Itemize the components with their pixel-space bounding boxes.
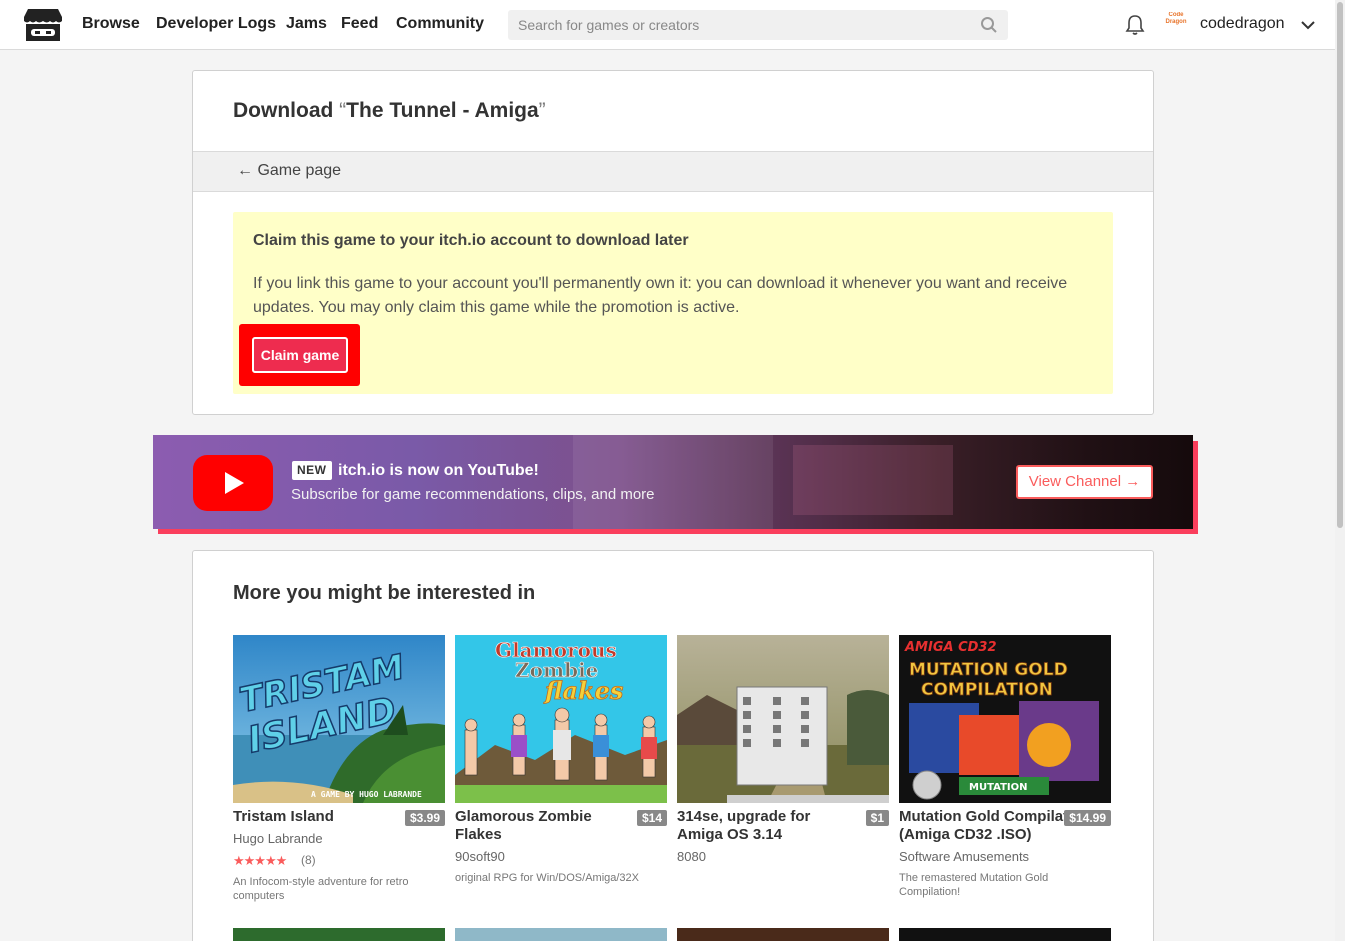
- game-description: An Infocom-style adventure for retro com…: [233, 876, 409, 902]
- price-badge: $14: [636, 810, 667, 826]
- claim-button-highlight: Claim game: [239, 324, 360, 386]
- scrollbar-thumb[interactable]: [1337, 2, 1343, 528]
- view-channel-button[interactable]: View Channel →: [1016, 465, 1153, 499]
- youtube-logo-icon: [193, 455, 273, 511]
- game-title[interactable]: Tristam Island: [233, 808, 393, 826]
- recommendations-panel: More you might be interested in TRISTAM …: [192, 550, 1154, 941]
- game-name: The Tunnel - Amiga: [346, 99, 539, 122]
- rating-stars: ★★★★★: [233, 853, 287, 868]
- svg-text:MUTATION GOLD: MUTATION GOLD: [909, 660, 1068, 680]
- game-author[interactable]: Software Amusements: [899, 849, 1029, 864]
- nav-jams[interactable]: Jams: [286, 15, 327, 33]
- nav-feed[interactable]: Feed: [341, 15, 378, 33]
- game-cover-mutation-gold[interactable]: AMIGA CD32 MUTATION GOLD COMPILATION MUT…: [899, 635, 1111, 803]
- claim-heading: Claim this game to your itch.io account …: [253, 232, 689, 249]
- game-description: original RPG for Win/DOS/Amiga/32X: [455, 872, 640, 884]
- claim-description: If you link this game to your account yo…: [253, 275, 1068, 316]
- svg-text:A GAME BY HUGO LABRANDE: A GAME BY HUGO LABRANDE: [311, 790, 422, 799]
- game-title[interactable]: 314se, upgrade for Amiga OS 3.14: [677, 808, 837, 844]
- game-cover-tristam-island[interactable]: TRISTAM ISLAND A GAME BY HUGO LABRANDE: [233, 635, 445, 803]
- username[interactable]: codedragon: [1200, 15, 1285, 33]
- download-panel: Download “The Tunnel - Amiga” ← Game pag…: [192, 70, 1154, 415]
- site-header: Browse Developer Logs Jams Feed Communit…: [0, 0, 1335, 50]
- game-cover-partial[interactable]: [455, 928, 667, 941]
- recommendations-heading: More you might be interested in: [233, 582, 536, 604]
- svg-text:AMIGA CD32: AMIGA CD32: [904, 640, 997, 655]
- avatar[interactable]: Code Dragon: [1163, 12, 1189, 38]
- game-page-link[interactable]: ← Game page: [237, 162, 341, 180]
- game-cover-314se[interactable]: [677, 635, 889, 803]
- new-badge: NEW: [292, 461, 332, 480]
- price-badge: $1: [865, 810, 889, 826]
- game-author[interactable]: Hugo Labrande: [233, 831, 323, 846]
- price-badge: $14.99: [1064, 810, 1111, 826]
- banner-background-art: [793, 445, 953, 515]
- search-bar: [508, 10, 1008, 40]
- banner-subtitle: Subscribe for game recommendations, clip…: [291, 486, 655, 503]
- claim-notice: Claim this game to your itch.io account …: [233, 212, 1113, 394]
- svg-text:MUTATION: MUTATION: [969, 782, 1028, 793]
- nav-browse[interactable]: Browse: [82, 15, 140, 33]
- notifications-bell-icon[interactable]: [1125, 14, 1145, 36]
- game-author[interactable]: 90soft90: [455, 849, 505, 864]
- game-cover-partial[interactable]: [233, 928, 445, 941]
- game-author[interactable]: 8080: [677, 849, 706, 864]
- search-icon[interactable]: [980, 16, 998, 34]
- chevron-down-icon[interactable]: [1300, 17, 1316, 33]
- youtube-banner[interactable]: NEW itch.io is now on YouTube! Subscribe…: [153, 435, 1193, 529]
- banner-title: itch.io is now on YouTube!: [338, 462, 539, 479]
- back-bar: ← Game page: [193, 151, 1153, 192]
- claim-game-button[interactable]: Claim game: [252, 337, 348, 373]
- rating-count: (8): [301, 853, 316, 867]
- nav-community[interactable]: Community: [396, 15, 484, 33]
- search-input[interactable]: [508, 10, 968, 40]
- svg-text:flakes: flakes: [543, 676, 624, 705]
- game-cover-glamorous-zombie-flakes[interactable]: Glamorous Zombie flakes: [455, 635, 667, 803]
- itchio-logo-icon[interactable]: [23, 7, 63, 43]
- game-description: The remastered Mutation Gold Compilation…: [899, 872, 1049, 898]
- game-title[interactable]: Glamorous Zombie Flakes: [455, 808, 615, 844]
- nav-developer-logs[interactable]: Developer Logs: [156, 15, 276, 33]
- game-cover-partial[interactable]: [677, 928, 889, 941]
- banner-background-art: [573, 435, 773, 529]
- price-badge: $3.99: [404, 810, 445, 826]
- game-cover-partial[interactable]: [899, 928, 1111, 941]
- page-title: Download “The Tunnel - Amiga”: [233, 99, 546, 122]
- svg-text:COMPILATION: COMPILATION: [921, 680, 1053, 700]
